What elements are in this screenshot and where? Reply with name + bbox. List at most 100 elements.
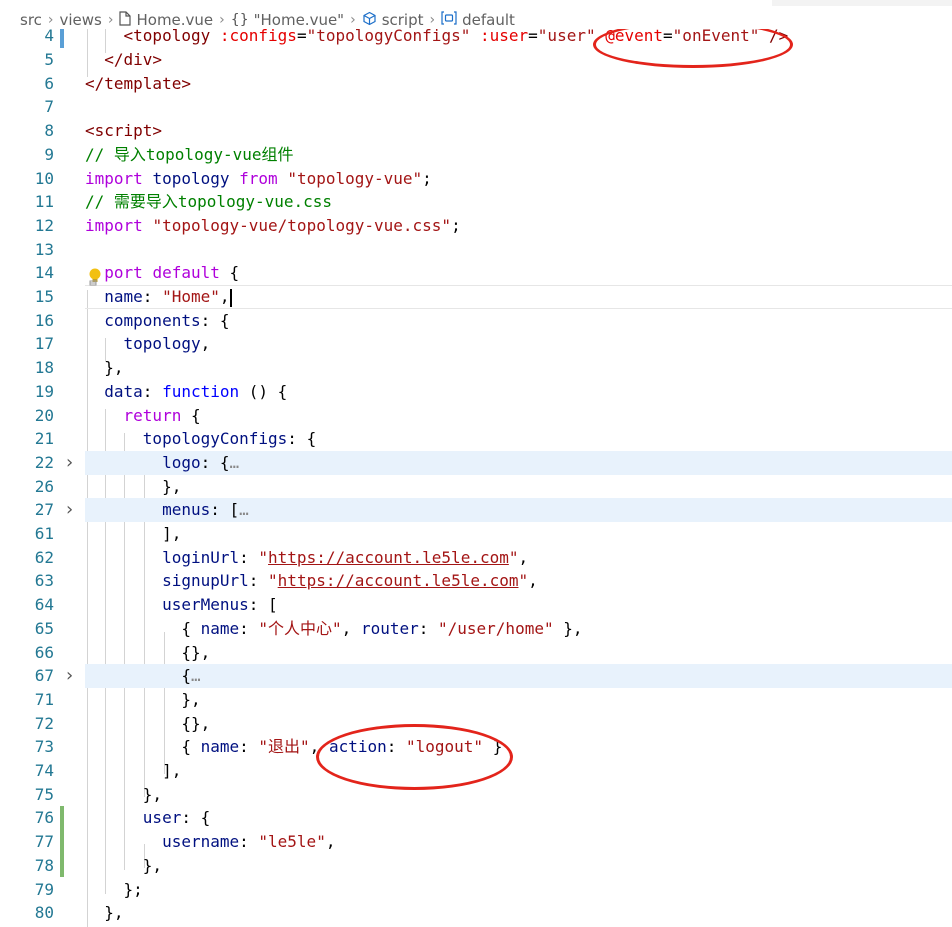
line-number: 20 xyxy=(34,405,54,425)
breadcrumb-item-module[interactable]: {} "Home.vue" xyxy=(231,11,344,29)
code-line[interactable]: 11 // 需要导入topology-vue.css xyxy=(0,190,952,214)
code-line[interactable]: 13 xyxy=(0,238,952,262)
code-line[interactable]: 26 }, xyxy=(0,475,952,499)
fold-chevron-icon[interactable]: › xyxy=(64,498,75,522)
line-number: 15 xyxy=(34,287,54,306)
code-line[interactable]: 15 name: "Home", xyxy=(0,285,952,309)
code-text: // 需要导入topology-vue.css xyxy=(85,190,332,214)
code-line[interactable]: 17 topology, xyxy=(0,332,952,356)
code-token: … xyxy=(190,666,201,686)
git-change-marker[interactable] xyxy=(60,853,64,878)
code-line[interactable]: 79 }; xyxy=(0,878,952,902)
code-token: // 需要导入topology-vue.css xyxy=(85,192,333,212)
code-line[interactable]: 65 { name: "个人中心", router: "/user/home" … xyxy=(0,617,952,641)
code-text: }; xyxy=(85,878,143,902)
breadcrumb-item-file[interactable]: Home.vue xyxy=(119,10,213,30)
code-token: port xyxy=(104,263,143,283)
code-token: : xyxy=(248,571,269,591)
fold-chevron-icon[interactable]: › xyxy=(64,664,75,688)
code-line[interactable]: 19 data: function () { xyxy=(0,380,952,404)
code-line[interactable]: 78 }, xyxy=(0,853,952,878)
line-number: 9 xyxy=(44,144,54,164)
code-text: {}, xyxy=(85,712,210,736)
code-token: : [ xyxy=(248,595,278,615)
code-line[interactable]: 8 <script> xyxy=(0,119,952,143)
code-token: }, xyxy=(85,476,182,496)
code-text: import "topology-vue/topology-vue.css"; xyxy=(85,214,461,238)
git-change-marker[interactable] xyxy=(60,806,64,831)
code-line[interactable]: 62 loginUrl: "https://account.le5le.com"… xyxy=(0,546,952,570)
line-number: 11 xyxy=(34,192,54,212)
line-number: 62 xyxy=(34,547,54,567)
code-line[interactable]: 71 }, xyxy=(0,688,952,712)
code-line[interactable]: 7 xyxy=(0,95,952,119)
code-line[interactable]: 16 components: { xyxy=(0,309,952,333)
line-number: 22 xyxy=(34,452,54,472)
code-line[interactable]: 27 › menus: [… xyxy=(0,498,952,522)
code-line[interactable]: 80 }, xyxy=(0,901,952,925)
code-token: , xyxy=(341,618,361,638)
line-number: 8 xyxy=(44,121,54,141)
code-text: logo: {… xyxy=(85,451,239,475)
code-line[interactable]: 64 userMenus: [ xyxy=(0,593,952,617)
code-line[interactable]: 76 user: { xyxy=(0,806,952,831)
line-number: 6 xyxy=(44,73,54,93)
line-number: 12 xyxy=(34,215,54,235)
code-line[interactable]: 21 topologyConfigs: { xyxy=(0,427,952,451)
code-token: }, xyxy=(85,784,163,804)
lightbulb-icon[interactable] xyxy=(87,267,103,287)
code-text: { name: "个人中心", router: "/user/home" }, xyxy=(85,617,582,641)
line-number: 66 xyxy=(34,642,54,662)
code-token: : xyxy=(142,287,163,306)
code-line[interactable]: 61 ], xyxy=(0,522,952,546)
line-number: 16 xyxy=(34,310,54,330)
code-line[interactable]: 9 // 导入topology-vue组件 xyxy=(0,143,952,167)
code-line[interactable]: 10 import topology from "topology-vue"; xyxy=(0,167,952,191)
code-token: : { xyxy=(200,452,230,472)
code-line[interactable]: 66 {}, xyxy=(0,641,952,665)
code-line[interactable]: 22 › logo: {… xyxy=(0,451,952,475)
code-token: { xyxy=(85,666,191,686)
code-token: : xyxy=(239,547,259,567)
code-line[interactable]: 77 username: "le5le", xyxy=(0,830,952,854)
breadcrumb-item-views[interactable]: views xyxy=(60,11,102,29)
code-line[interactable]: 67 › {… xyxy=(0,664,952,688)
fold-chevron-icon[interactable]: › xyxy=(64,451,75,475)
code-token: ], xyxy=(85,761,182,780)
code-line[interactable]: 6 </template> xyxy=(0,72,952,96)
line-number: 21 xyxy=(34,429,54,449)
line-number: 73 xyxy=(34,737,54,757)
code-line[interactable]: 75 }, xyxy=(0,783,952,807)
code-line[interactable]: 18 }, xyxy=(0,356,952,380)
breadcrumb-item-script[interactable]: script xyxy=(362,11,424,30)
code-token: logo xyxy=(162,452,201,472)
code-line[interactable]: 20 return { xyxy=(0,404,952,428)
breadcrumb-item-default[interactable]: default xyxy=(441,11,515,29)
git-change-marker[interactable] xyxy=(60,29,64,48)
breadcrumb-item-src[interactable]: src xyxy=(20,11,42,29)
code-line[interactable]: 63 signupUrl: "https://account.le5le.com… xyxy=(0,569,952,593)
line-number: 18 xyxy=(34,358,54,378)
code-line[interactable]: 12 import "topology-vue/topology-vue.css"… xyxy=(0,214,952,238)
line-number: 77 xyxy=(34,832,54,852)
code-token: " xyxy=(258,547,269,567)
chevron-right-icon: › xyxy=(107,12,114,28)
code-line[interactable]: 14 port default { xyxy=(0,261,952,285)
code-token: topology xyxy=(123,334,201,354)
git-change-marker[interactable] xyxy=(60,830,64,854)
code-token: "topology-vue" xyxy=(287,168,423,188)
code-line[interactable]: 4 <topology :configs="topologyConfigs" :… xyxy=(0,29,952,48)
line-number: 75 xyxy=(34,784,54,804)
code-line[interactable]: 5 </div> xyxy=(0,48,952,72)
line-number: 10 xyxy=(34,168,54,188)
code-token: : xyxy=(239,737,259,757)
code-text: import topology from "topology-vue"; xyxy=(85,167,432,191)
code-editor[interactable]: 4 <topology :configs="topologyConfigs" :… xyxy=(0,29,952,927)
